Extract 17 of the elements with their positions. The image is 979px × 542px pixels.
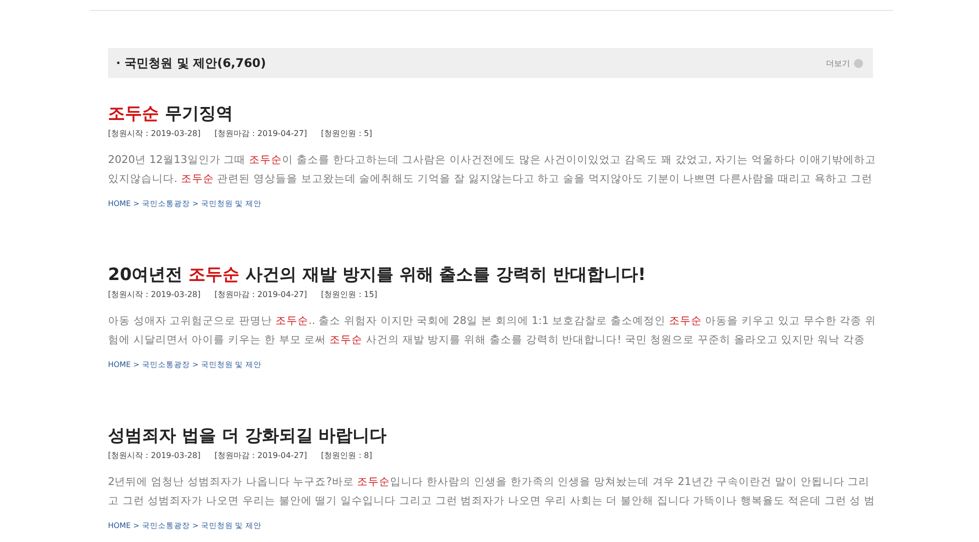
petition-meta: [청원인원 : 8] xyxy=(321,450,372,461)
petition-meta: [청원시작 : 2019-03-28] xyxy=(108,289,201,300)
section-title: · 국민청원 및 제안(6,760) xyxy=(116,54,266,72)
petition-meta: [청원시작 : 2019-03-28] xyxy=(108,450,201,461)
petition-title[interactable]: 성범죄자 법을 더 강화되길 바랍니다 xyxy=(108,425,873,447)
petition-meta: [청원시작 : 2019-03-28] xyxy=(108,128,201,139)
more-link[interactable]: 더보기 xyxy=(826,58,863,68)
petition-meta: [청원마감 : 2019-04-27] xyxy=(214,128,308,139)
petition-meta: [청원인원 : 15] xyxy=(321,289,378,300)
petition-title[interactable]: 20여년전 조두순 사건의 재발 방지를 위해 출소를 강력히 반대합니다! xyxy=(108,264,873,286)
petition-excerpt: 2020년 12월13일인가 그때 조두순이 출소를 한다고하는데 그사람은 이사건전에도 많은 사건이이있었고 감옥도 꽤 갔었고, 자기는 억울하다 이애기밖에하고 있지않습니다. 조두순 관련된 영상들을 보고왔는데 술에취해도 기억을 잘 잃지않는다고 하고 술을 먹지않아도 기분이 나쁘면 다른사람을 때리고 욕하고 그런 xyxy=(108,153,873,187)
petition-meta: [청원마감 : 2019-04-27] xyxy=(214,289,308,300)
petition-excerpt: 2년뒤에 엄청난 성범죄자가 나옵니다 누구죠?바로 조두순입니다 한사람의 인생을 한가족의 인생을 망쳐놨는데 겨우 21년간 구속이란건 말이 안됩니다 그리 고 그런 성범죄자가 나오면 우리는 불안에 떨기 일수입니다 그리고 그런 범죄자가 나오면 우리 사회는 더 불안해 집니다 가뜩이나 행복율도 적은데 그런 성 범 xyxy=(108,475,873,509)
petition-meta: [청원인원 : 5] xyxy=(321,128,372,139)
petition-excerpt: 아동 성애자 고위험군으로 판명난 조두순.. 출소 위험자 이지만 국회에 28일 본 회의에 1:1 보호감찰로 출소예정인 조두순 아동을 키우고 있고 무수한 각종 위 험에 시달리면서 아이를 키우는 한 부모 로써 조두순 사건의 재발 방지를 위해 출소를 강력히 반대합니다! 국민 청원으로 꾸준히 올라오고 있지만 워낙 각종 xyxy=(108,314,873,348)
petition-meta: [청원마감 : 2019-04-27] xyxy=(214,450,308,461)
petition-title[interactable]: 조두순 무기징역 xyxy=(108,103,873,125)
